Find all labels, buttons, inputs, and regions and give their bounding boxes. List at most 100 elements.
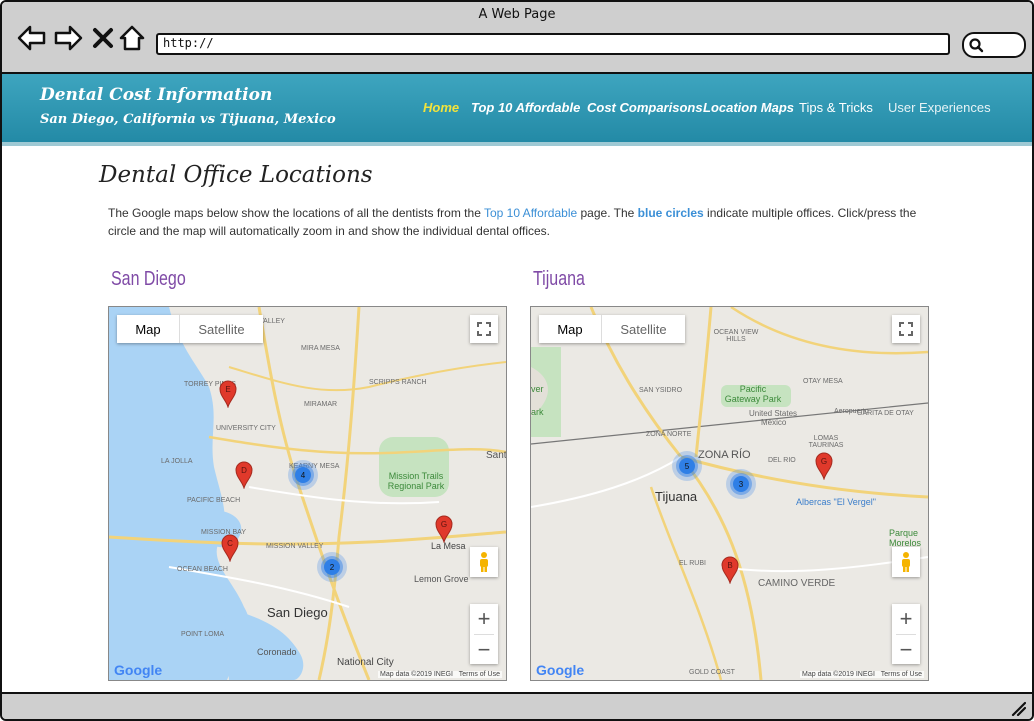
map-label: DEL RIO <box>768 457 796 464</box>
street-view-pegman[interactable] <box>892 547 920 577</box>
map-type-map-button[interactable]: Map <box>117 315 180 343</box>
address-bar[interactable]: http:// <box>156 33 950 55</box>
map-label: GARITA DE OTAY <box>857 410 914 417</box>
home-icon[interactable] <box>118 23 146 53</box>
street-view-pegman[interactable] <box>470 547 498 577</box>
tijuana-map[interactable]: OCEAN VIEW HILLS OTAY MESA SAN YSIDRO Pa… <box>530 306 929 681</box>
nav-location-maps[interactable]: Location Maps <box>703 100 794 115</box>
status-bar <box>2 692 1032 719</box>
map-label: Mission Trails Regional Park <box>387 471 445 491</box>
pegman-icon <box>902 552 910 572</box>
intro-text: page. The <box>577 206 638 220</box>
blue-circles-link[interactable]: blue circles <box>638 206 704 220</box>
map-type-satellite-button[interactable]: Satellite <box>602 315 685 343</box>
map-attribution: Map data ©2019 INEGI Terms of Use <box>800 671 924 678</box>
zoom-in-button[interactable]: + <box>892 604 920 634</box>
office-cluster[interactable]: 4 <box>287 459 319 491</box>
map-label: MIRA MESA <box>301 345 340 352</box>
search-icon <box>969 38 984 53</box>
fullscreen-button[interactable] <box>470 315 498 343</box>
google-logo[interactable]: Google <box>114 662 162 678</box>
cluster-count: 5 <box>685 462 690 471</box>
zoom-control: + − <box>470 604 498 664</box>
san-diego-map[interactable]: VALLEY MIRA MESA TORREY PINES SCRIPPS RA… <box>108 306 507 681</box>
pin-letter: G <box>441 520 447 529</box>
pin-letter: C <box>227 539 233 548</box>
map-label: POINT LOMA <box>181 631 225 638</box>
pin-letter: B <box>727 561 732 570</box>
map-label: National City <box>337 657 394 668</box>
cluster-count: 4 <box>301 471 306 480</box>
map-label: Sant <box>486 450 507 461</box>
nav-tips-tricks[interactable]: Tips & Tricks <box>799 100 873 115</box>
map-label: San Diego <box>267 605 328 620</box>
map-pin-d[interactable]: D <box>235 461 253 489</box>
fullscreen-button[interactable] <box>892 315 920 343</box>
nav-cost-comparisons[interactable]: Cost Comparisons <box>587 100 703 115</box>
office-cluster[interactable]: 2 <box>316 551 348 583</box>
nav-user-experiences[interactable]: User Experiences <box>888 100 991 115</box>
back-arrow-icon[interactable] <box>16 23 48 53</box>
map-label: Tijuana <box>655 489 698 504</box>
map-label: OCEAN VIEW HILLS <box>713 329 759 343</box>
zoom-control: + − <box>892 604 920 664</box>
office-cluster[interactable]: 5 <box>671 450 703 482</box>
map-label: GOLD COAST <box>689 669 735 676</box>
map-background <box>109 307 506 680</box>
map-type-satellite-button[interactable]: Satellite <box>180 315 263 343</box>
map-label: Albercas "El Vergel" <box>796 497 876 507</box>
intro-text: The Google maps below show the locations… <box>108 206 484 220</box>
map-pin-e[interactable]: E <box>219 380 237 408</box>
pin-letter: G <box>821 457 827 466</box>
map-label: Pacific Gateway Park <box>724 384 782 404</box>
top-10-affordable-link[interactable]: Top 10 Affordable <box>484 206 577 220</box>
nav-top-10-affordable[interactable]: Top 10 Affordable <box>471 100 580 115</box>
cluster-count: 2 <box>330 563 335 572</box>
forward-arrow-icon[interactable] <box>52 23 84 53</box>
map-label: UNIVERSITY CITY <box>216 425 276 432</box>
zoom-out-button[interactable]: − <box>470 635 498 665</box>
map-label: OTAY MESA <box>803 378 843 385</box>
zoom-in-button[interactable]: + <box>470 604 498 634</box>
map-label: EL RUBI <box>679 560 706 567</box>
pin-letter: E <box>225 385 230 394</box>
map-label: ark <box>531 407 544 417</box>
site-subtitle: San Diego, California vs Tijuana, Mexico <box>40 112 336 127</box>
map-pin-b[interactable]: B <box>721 556 739 584</box>
map-label: ver <box>531 384 544 394</box>
map-label: Lemon Grove <box>414 574 469 584</box>
intro-paragraph: The Google maps below show the locations… <box>108 204 938 240</box>
map-label: ZONA NORTE <box>646 431 692 438</box>
pin-letter: D <box>241 466 247 475</box>
zoom-out-button[interactable]: − <box>892 635 920 665</box>
map-type-control: Map Satellite <box>539 315 685 343</box>
close-icon[interactable] <box>90 23 116 53</box>
map-label: LA JOLLA <box>161 458 193 465</box>
fullscreen-icon <box>899 322 913 336</box>
google-logo-text: Google <box>114 662 163 678</box>
terms-link[interactable]: Terms of Use <box>459 671 500 678</box>
map-pin-g[interactable]: G <box>435 515 453 543</box>
map-label: OCEAN BEACH <box>177 566 228 573</box>
map-label: ZONA RÍO <box>698 449 751 461</box>
attribution-text: Map data ©2019 INEGI <box>380 671 453 678</box>
map-label: LOMAS TAURINAS <box>808 435 844 449</box>
search-field[interactable] <box>962 32 1026 58</box>
resize-grip-icon[interactable] <box>1010 700 1026 716</box>
map-pin-g[interactable]: G <box>815 452 833 480</box>
main-content: Dental Office Locations The Google maps … <box>2 146 1032 692</box>
google-logo[interactable]: Google <box>536 662 584 678</box>
map-attribution: Map data ©2019 INEGI Terms of Use <box>378 671 502 678</box>
cluster-count: 3 <box>739 480 744 489</box>
map-pin-c[interactable]: C <box>221 534 239 562</box>
google-logo-text: Google <box>536 662 585 678</box>
map-label: Parque Morelos <box>889 528 922 548</box>
map-type-map-button[interactable]: Map <box>539 315 602 343</box>
map-label: SAN YSIDRO <box>639 387 683 394</box>
office-cluster[interactable]: 3 <box>725 468 757 500</box>
nav-home[interactable]: Home <box>423 100 459 115</box>
map-label: México <box>761 418 787 427</box>
terms-link[interactable]: Terms of Use <box>881 671 922 678</box>
map-label: Coronado <box>257 647 297 657</box>
browser-toolbar: A Web Page http:// <box>2 2 1032 74</box>
